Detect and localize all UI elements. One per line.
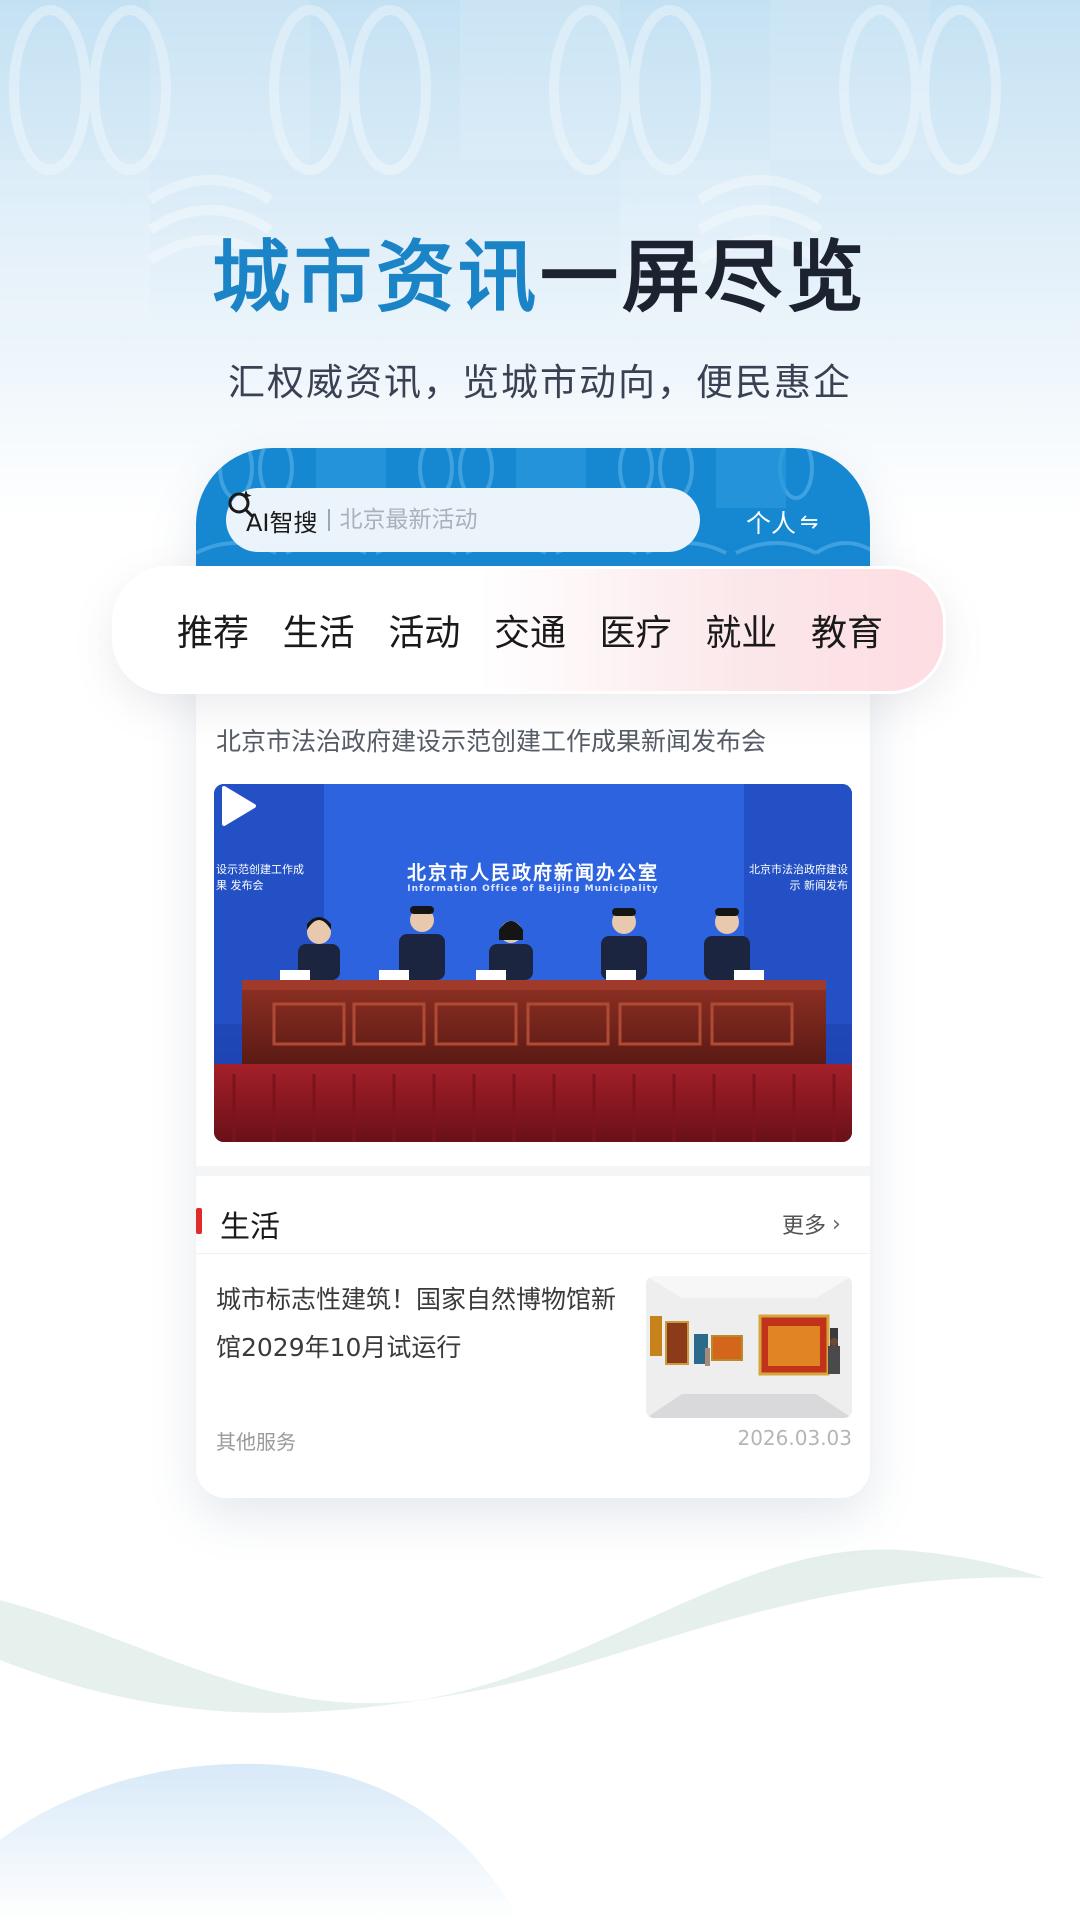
museum-image bbox=[646, 1276, 852, 1418]
headline-highlight: 城市资讯 bbox=[211, 233, 540, 323]
featured-video[interactable]: 北京市人民政府新闻办公室 Information Office of Beiji… bbox=[214, 784, 852, 1142]
headline: 城市资讯一屏尽览 bbox=[0, 228, 1080, 328]
headline-rest: 一屏尽览 bbox=[540, 233, 869, 323]
personal-switch-button[interactable]: 个人 ⇋ bbox=[746, 504, 818, 540]
search-separator bbox=[327, 509, 330, 531]
search-bar[interactable]: AI智搜 bbox=[226, 488, 700, 552]
tab-events[interactable]: 活动 bbox=[388, 604, 460, 656]
tab-recommend[interactable]: 推荐 bbox=[177, 604, 249, 656]
ai-search-icon bbox=[228, 490, 254, 518]
article-date: 2026.03.03 bbox=[737, 1426, 852, 1450]
article-source: 其他服务 bbox=[216, 1430, 296, 1454]
more-link[interactable]: 更多 › bbox=[782, 1208, 841, 1240]
featured-news-title[interactable]: 北京市法治政府建设示范创建工作成果新闻发布会 bbox=[216, 722, 836, 758]
section-header-life: 生活 更多 › bbox=[196, 1190, 870, 1254]
search-input[interactable] bbox=[339, 507, 590, 533]
article-title: 城市标志性建筑！国家自然博物馆新馆2029年10月试运行 bbox=[216, 1285, 617, 1362]
article-thumbnail bbox=[646, 1276, 852, 1418]
tab-transport[interactable]: 交通 bbox=[494, 604, 566, 656]
section-accent-bar bbox=[196, 1208, 202, 1234]
more-label: 更多 bbox=[782, 1214, 827, 1239]
tab-education[interactable]: 教育 bbox=[811, 604, 883, 656]
phone-header: AI智搜 个人 ⇋ bbox=[196, 448, 870, 568]
video-side-left-text: 设示范创建工作成果 发布会 bbox=[216, 863, 304, 892]
play-icon[interactable] bbox=[214, 784, 258, 828]
tab-employment[interactable]: 就业 bbox=[705, 604, 777, 656]
section-divider bbox=[196, 1166, 870, 1176]
chevron-right-icon: › bbox=[832, 1211, 841, 1237]
section-title: 生活 bbox=[220, 1210, 280, 1245]
ai-search-label: AI智搜 bbox=[246, 508, 318, 537]
tab-life[interactable]: 生活 bbox=[283, 604, 355, 656]
category-tabs: 推荐 生活 活动 交通 医疗 就业 教育 bbox=[112, 566, 946, 694]
video-side-right-text: 北京市法治政府建设示 新闻发布 bbox=[749, 863, 848, 892]
list-item[interactable]: 城市标志性建筑！国家自然博物馆新馆2029年10月试运行 其他服务 2026.0… bbox=[216, 1276, 852, 1456]
subheadline: 汇权威资讯，览城市动向，便民惠企 bbox=[228, 361, 852, 404]
background-waves bbox=[0, 1549, 1080, 1920]
tab-medical[interactable]: 医疗 bbox=[600, 604, 672, 656]
switch-icon: ⇋ bbox=[800, 509, 819, 535]
personal-label: 个人 bbox=[746, 509, 797, 538]
video-thumbnail bbox=[214, 784, 852, 1142]
